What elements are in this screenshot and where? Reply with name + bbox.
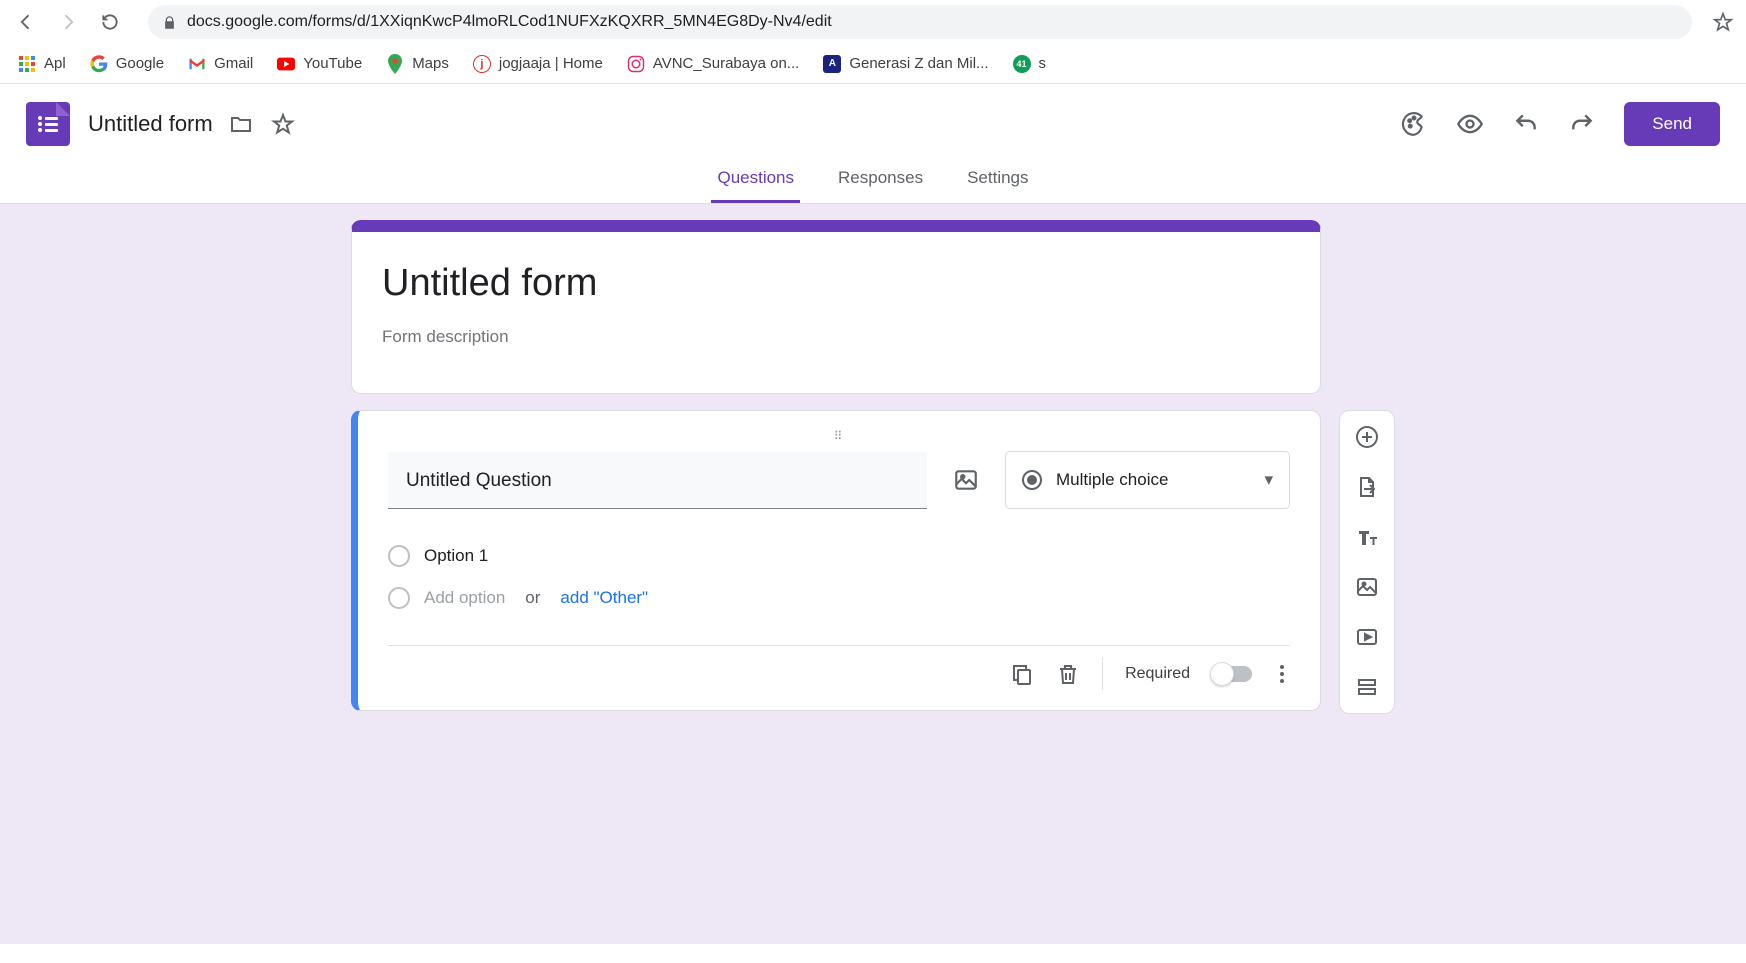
bookmark-youtube[interactable]: YouTube	[277, 55, 362, 73]
bookmark-label: Google	[116, 55, 164, 72]
bookmark-avnc[interactable]: AVNC_Surabaya on...	[627, 55, 799, 73]
bookmark-label: Gmail	[214, 55, 253, 72]
radio-outline-icon	[388, 587, 410, 609]
question-card[interactable]: ⠿ Multiple choice ▾ Option 1 Add option	[351, 410, 1321, 711]
bookmark-label: AVNC_Surabaya on...	[653, 55, 799, 72]
drag-handle-icon[interactable]: ⠿	[388, 429, 1290, 443]
back-button[interactable]	[12, 8, 40, 36]
forward-button[interactable]	[54, 8, 82, 36]
bookmark-label: Maps	[412, 55, 449, 72]
bookmark-google[interactable]: Google	[90, 55, 164, 73]
bookmark-label: YouTube	[303, 55, 362, 72]
divider	[1102, 658, 1103, 690]
reload-button[interactable]	[96, 8, 124, 36]
add-title-icon[interactable]	[1355, 525, 1379, 549]
site-icon: A	[823, 55, 841, 73]
google-icon	[90, 55, 108, 73]
maps-icon	[386, 55, 404, 73]
theme-icon[interactable]	[1392, 102, 1436, 146]
required-toggle[interactable]	[1212, 666, 1252, 682]
tabs-bar: Questions Responses Settings	[0, 154, 1746, 204]
add-section-icon[interactable]	[1355, 675, 1379, 699]
add-option-button[interactable]: Add option	[424, 588, 505, 608]
delete-icon[interactable]	[1056, 662, 1080, 686]
duplicate-icon[interactable]	[1010, 662, 1034, 686]
bookmark-jogjaaja[interactable]: j jogjaaja | Home	[473, 55, 603, 73]
bookmark-label: s	[1039, 55, 1047, 72]
question-footer: Required	[388, 645, 1290, 706]
undo-icon[interactable]	[1504, 102, 1548, 146]
option-row[interactable]: Option 1	[388, 535, 1290, 577]
bookmark-apps[interactable]: Apl	[18, 55, 66, 73]
question-type-label: Multiple choice	[1056, 470, 1168, 490]
tab-responses[interactable]: Responses	[832, 154, 929, 203]
form-description[interactable]: Form description	[382, 327, 1290, 347]
question-title-input[interactable]	[388, 452, 927, 509]
import-questions-icon[interactable]	[1355, 475, 1379, 499]
side-toolbar	[1339, 410, 1395, 714]
add-image-icon[interactable]	[1355, 575, 1379, 599]
redo-icon[interactable]	[1560, 102, 1604, 146]
app-header: Untitled form Send	[0, 84, 1746, 154]
instagram-icon	[627, 55, 645, 73]
bookmarks-bar: Apl Google Gmail YouTube Maps j jogjaaja…	[0, 44, 1746, 84]
required-label: Required	[1125, 665, 1190, 683]
add-other-button[interactable]: add "Other"	[560, 588, 648, 608]
radio-icon	[1022, 470, 1042, 490]
preview-icon[interactable]	[1448, 102, 1492, 146]
add-option-row: Add option or add "Other"	[388, 577, 1290, 619]
document-title[interactable]: Untitled form	[88, 111, 213, 137]
add-video-icon[interactable]	[1355, 625, 1379, 649]
add-image-icon[interactable]	[953, 467, 979, 493]
url-text: docs.google.com/forms/d/1XXiqnKwcP4lmoRL…	[187, 13, 832, 31]
form-title[interactable]: Untitled form	[382, 262, 1290, 305]
radio-outline-icon	[388, 545, 410, 567]
browser-nav-bar: docs.google.com/forms/d/1XXiqnKwcP4lmoRL…	[0, 0, 1746, 44]
bookmark-label: jogjaaja | Home	[499, 55, 603, 72]
form-title-card[interactable]: Untitled form Form description	[351, 220, 1321, 394]
chevron-down-icon: ▾	[1264, 470, 1273, 490]
site-icon: j	[473, 55, 491, 73]
more-options-icon[interactable]	[1274, 665, 1290, 683]
tab-questions[interactable]: Questions	[711, 154, 800, 203]
tab-settings[interactable]: Settings	[961, 154, 1034, 203]
forms-logo[interactable]	[26, 102, 70, 146]
star-icon[interactable]	[269, 110, 297, 138]
bookmark-label: Generasi Z dan Mil...	[849, 55, 988, 72]
youtube-icon	[277, 55, 295, 73]
question-type-select[interactable]: Multiple choice ▾	[1005, 451, 1290, 509]
bookmark-s[interactable]: 41 s	[1013, 55, 1047, 73]
bookmark-maps[interactable]: Maps	[386, 55, 449, 73]
add-question-icon[interactable]	[1355, 425, 1379, 449]
bookmark-gmail[interactable]: Gmail	[188, 55, 253, 73]
apps-icon	[18, 55, 36, 73]
gmail-icon	[188, 55, 206, 73]
bookmark-label: Apl	[44, 55, 66, 72]
send-button[interactable]: Send	[1624, 102, 1720, 146]
bookmark-star-icon[interactable]	[1712, 11, 1734, 33]
address-bar[interactable]: docs.google.com/forms/d/1XXiqnKwcP4lmoRL…	[148, 5, 1692, 39]
bookmark-generasi[interactable]: A Generasi Z dan Mil...	[823, 55, 988, 73]
option-label[interactable]: Option 1	[424, 546, 488, 566]
or-text: or	[525, 588, 540, 608]
lock-icon	[162, 15, 177, 30]
folder-icon[interactable]	[227, 110, 255, 138]
site-icon: 41	[1013, 55, 1031, 73]
form-canvas: Untitled form Form description ⠿ Multipl…	[0, 204, 1746, 944]
